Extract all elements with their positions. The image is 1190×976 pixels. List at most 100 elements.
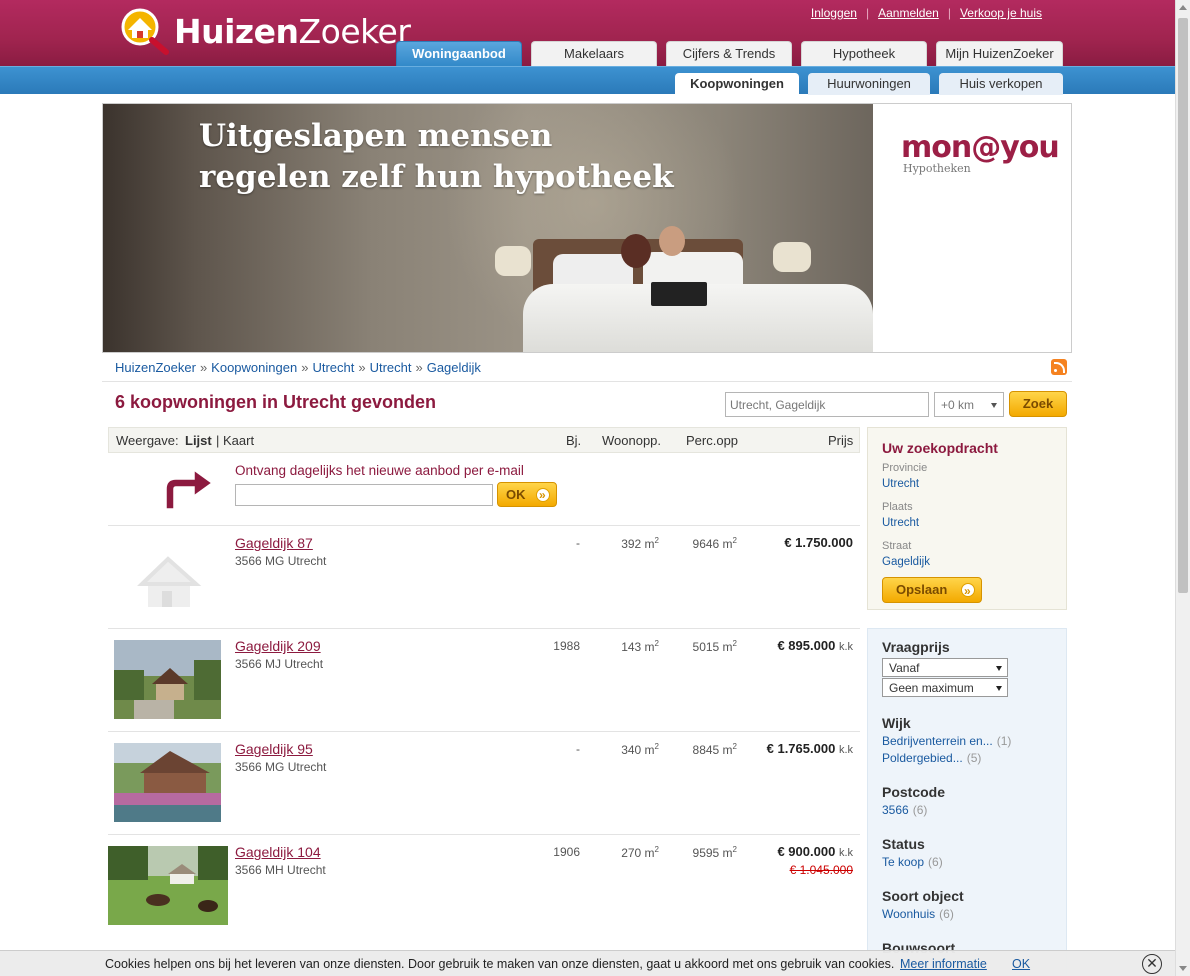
- scroll-down-arrow-icon[interactable]: [1179, 966, 1187, 971]
- forward-icon: [961, 579, 975, 603]
- email-input[interactable]: [235, 484, 493, 506]
- filter-type-title: Soort object: [882, 888, 964, 904]
- view-list-toggle[interactable]: Lijst: [185, 433, 212, 448]
- listing-photo[interactable]: [114, 640, 221, 719]
- breadcrumb-item[interactable]: Utrecht: [370, 360, 412, 375]
- top-links: Inloggen | Aanmelden | Verkoop je huis: [802, 6, 1051, 20]
- saved-search-box: Uw zoekopdracht Provincie Utrecht Plaats…: [867, 427, 1067, 610]
- listing-row[interactable]: Gageldijk 95 3566 MG Utrecht - 340 m2 88…: [108, 731, 860, 834]
- filter-option[interactable]: 3566 (6): [882, 803, 927, 817]
- email-ok-button[interactable]: OK: [497, 482, 557, 507]
- site-header: HuizenZoeker Inloggen | Aanmelden | Verk…: [0, 0, 1175, 66]
- listing-price: € 1.765.000 k.k: [766, 741, 853, 756]
- scroll-up-arrow-icon[interactable]: [1179, 5, 1187, 10]
- filter-price-title: Vraagprijs: [882, 639, 950, 655]
- subtab-huurwoningen[interactable]: Huurwoningen: [808, 73, 930, 95]
- listing-living-area: 143 m2: [621, 639, 659, 654]
- sell-house-link[interactable]: Verkoop je huis: [951, 6, 1051, 20]
- province-link[interactable]: Utrecht: [882, 478, 919, 490]
- moneyou-subtitle: Hypotheken: [903, 162, 971, 175]
- filter-option[interactable]: Woonhuis (6): [882, 907, 954, 921]
- save-search-button[interactable]: Opslaan: [882, 577, 982, 603]
- column-price[interactable]: Prijs: [828, 433, 853, 448]
- listing-old-price: € 1.045.000: [789, 863, 853, 877]
- vertical-scrollbar[interactable]: [1175, 0, 1190, 976]
- chevron-down-icon: [991, 403, 997, 408]
- province-label: Provincie: [882, 462, 928, 474]
- tab-hypotheek[interactable]: Hypotheek: [801, 41, 927, 66]
- chevron-down-icon: [996, 666, 1002, 671]
- breadcrumb-item[interactable]: Gageldijk: [427, 360, 481, 375]
- main-tabs: Woningaanbod Makelaars Cijfers & Trends …: [396, 41, 1072, 66]
- forward-icon: [536, 484, 550, 507]
- view-label: Weergave:: [116, 433, 179, 448]
- view-map-toggle[interactable]: Kaart: [223, 433, 254, 448]
- listing-living-area: 340 m2: [621, 742, 659, 757]
- subtab-huis-verkopen[interactable]: Huis verkopen: [939, 73, 1063, 95]
- rss-icon[interactable]: [1051, 359, 1067, 375]
- listing-year: 1988: [553, 639, 580, 653]
- breadcrumb: HuizenZoeker» Koopwoningen» Utrecht» Utrech…: [115, 360, 481, 375]
- filter-postcode-title: Postcode: [882, 784, 946, 800]
- street-label: Straat: [882, 540, 912, 552]
- breadcrumb-item[interactable]: HuizenZoeker: [115, 360, 196, 375]
- tab-cijfers-trends[interactable]: Cijfers & Trends: [666, 41, 792, 66]
- listing-plot-area: 5015 m2: [692, 639, 737, 654]
- magnifier-house-logo-icon: [114, 6, 172, 56]
- listing-living-area: 270 m2: [621, 845, 659, 860]
- cookie-ok-link[interactable]: OK: [1012, 957, 1030, 971]
- filter-option[interactable]: Poldergebied... (5): [882, 751, 981, 765]
- list-header: Weergave: Lijst | Kaart Bj. Woonopp. Per…: [108, 427, 860, 453]
- place-link[interactable]: Utrecht: [882, 517, 919, 529]
- turn-right-arrow-icon: [165, 468, 214, 510]
- listing-price: € 895.000 k.k: [777, 638, 853, 653]
- listing-address-link[interactable]: Gageldijk 209: [235, 638, 321, 654]
- price-from-select[interactable]: Vanaf: [882, 658, 1008, 677]
- logo[interactable]: HuizenZoeker: [114, 6, 411, 56]
- listing-city: 3566 MG Utrecht: [235, 554, 327, 568]
- close-icon[interactable]: ✕: [1142, 954, 1162, 974]
- filter-panel: Vraagprijs Vanaf Geen maximum Wijk Bedri…: [867, 628, 1067, 976]
- price-to-select[interactable]: Geen maximum: [882, 678, 1008, 697]
- advertisement-banner[interactable]: Uitgeslapen mensen regelen zelf hun hypo…: [102, 103, 1072, 353]
- tab-makelaars[interactable]: Makelaars: [531, 41, 657, 66]
- search-button[interactable]: Zoek: [1009, 391, 1067, 417]
- location-search-input[interactable]: [725, 392, 929, 417]
- breadcrumb-item[interactable]: Koopwoningen: [211, 360, 297, 375]
- listing-living-area: 392 m2: [621, 536, 659, 551]
- listing-row[interactable]: Gageldijk 104 3566 MH Utrecht 1906 270 m…: [108, 834, 860, 937]
- divider: [102, 381, 1072, 382]
- listing-photo[interactable]: [114, 743, 221, 822]
- tab-mijn-huizenzoeker[interactable]: Mijn HuizenZoeker: [936, 41, 1063, 66]
- cookie-more-info-link[interactable]: Meer informatie: [900, 957, 987, 971]
- sub-navigation: Koopwoningen Huurwoningen Huis verkopen: [0, 66, 1175, 95]
- filter-status-title: Status: [882, 836, 925, 852]
- column-living-area[interactable]: Woonopp.: [602, 433, 661, 448]
- breadcrumb-item[interactable]: Utrecht: [312, 360, 354, 375]
- tab-woningaanbod[interactable]: Woningaanbod: [396, 41, 522, 66]
- listing-address-link[interactable]: Gageldijk 95: [235, 741, 313, 757]
- listing-price: € 900.000 k.k: [777, 844, 853, 859]
- scroll-thumb[interactable]: [1178, 18, 1188, 593]
- column-year[interactable]: Bj.: [566, 433, 581, 448]
- register-link[interactable]: Aanmelden: [869, 6, 948, 20]
- banner-brand-panel: mon@you Hypotheken: [873, 104, 1071, 352]
- filter-option[interactable]: Bedrijventerrein en... (1): [882, 734, 1011, 748]
- listing-row[interactable]: Gageldijk 209 3566 MJ Utrecht 1988 143 m…: [108, 628, 860, 731]
- chevron-down-icon: [996, 686, 1002, 691]
- listing-plot-area: 8845 m2: [692, 742, 737, 757]
- column-plot-area[interactable]: Perc.opp: [686, 433, 738, 448]
- login-link[interactable]: Inloggen: [802, 6, 866, 20]
- listing-price: € 1.750.000: [784, 535, 853, 550]
- listing-address-link[interactable]: Gageldijk 104: [235, 844, 321, 860]
- listing-row[interactable]: Gageldijk 87 3566 MG Utrecht - 392 m2 96…: [108, 525, 860, 628]
- listing-year: 1906: [553, 845, 580, 859]
- radius-select[interactable]: +0 km: [934, 392, 1004, 417]
- subtab-koopwoningen[interactable]: Koopwoningen: [675, 73, 799, 95]
- listing-address-link[interactable]: Gageldijk 87: [235, 535, 313, 551]
- listing-photo[interactable]: [108, 846, 228, 925]
- saved-search-title: Uw zoekopdracht: [882, 440, 998, 456]
- filter-wijk-title: Wijk: [882, 715, 911, 731]
- filter-option[interactable]: Te koop (6): [882, 855, 943, 869]
- street-link[interactable]: Gageldijk: [882, 556, 930, 568]
